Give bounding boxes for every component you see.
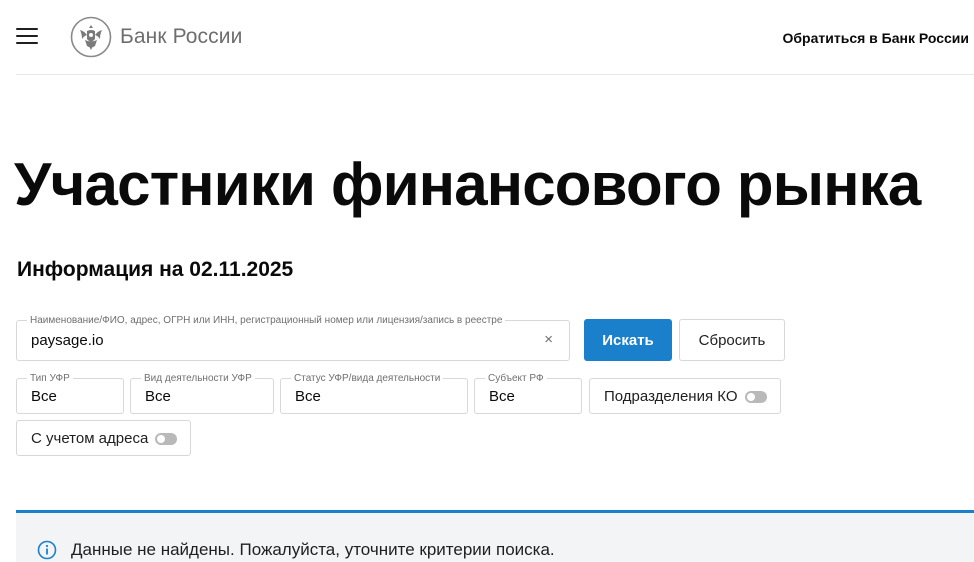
close-icon[interactable]: ×: [544, 331, 553, 349]
ko-divisions-toggle[interactable]: Подразделения КО: [589, 378, 781, 414]
header-divider: [16, 74, 974, 75]
ufr-type-select[interactable]: Тип УФР Все: [16, 373, 124, 414]
status-label: Статус УФР/вида деятельности: [291, 373, 444, 385]
status-value: Все: [295, 388, 321, 405]
region-select[interactable]: Субъект РФ Все: [474, 373, 582, 414]
notice-text: Данные не найдены. Пожалуйста, уточните …: [71, 540, 555, 559]
eagle-emblem-icon: [70, 16, 112, 58]
search-button[interactable]: Искать: [584, 319, 672, 361]
contact-bank-link[interactable]: Обратиться в Банк России: [783, 30, 969, 46]
info-date-heading: Информация на 02.11.2025: [17, 258, 294, 281]
region-label: Субъект РФ: [485, 373, 547, 385]
with-address-label: С учетом адреса: [31, 429, 149, 447]
bank-logo[interactable]: Банк России: [70, 16, 242, 58]
ko-divisions-switch[interactable]: [745, 391, 767, 403]
with-address-toggle[interactable]: С учетом адреса: [16, 420, 191, 456]
status-select[interactable]: Статус УФР/вида деятельности Все: [280, 373, 468, 414]
activity-type-label: Вид деятельности УФР: [141, 373, 255, 385]
page-title: Участники финансового рынка: [14, 151, 921, 218]
ko-divisions-label: Подразделения КО: [604, 387, 738, 405]
no-results-notice: Данные не найдены. Пожалуйста, уточните …: [16, 510, 974, 562]
search-field-label: Наименование/ФИО, адрес, ОГРН или ИНН, р…: [27, 315, 506, 327]
search-field[interactable]: Наименование/ФИО, адрес, ОГРН или ИНН, р…: [16, 315, 570, 361]
activity-type-select[interactable]: Вид деятельности УФР Все: [130, 373, 274, 414]
brand-name: Банк России: [120, 25, 243, 48]
search-input[interactable]: paysage.io: [31, 332, 104, 349]
reset-button[interactable]: Сбросить: [679, 319, 785, 361]
menu-icon[interactable]: [16, 28, 38, 46]
with-address-switch[interactable]: [155, 433, 177, 445]
info-circle-icon: [37, 540, 57, 560]
site-header: Банк России Обратиться в Банк России: [0, 0, 974, 75]
ufr-type-label: Тип УФР: [27, 373, 73, 385]
activity-type-value: Все: [145, 388, 171, 405]
region-value: Все: [489, 388, 515, 405]
ufr-type-value: Все: [31, 388, 57, 405]
